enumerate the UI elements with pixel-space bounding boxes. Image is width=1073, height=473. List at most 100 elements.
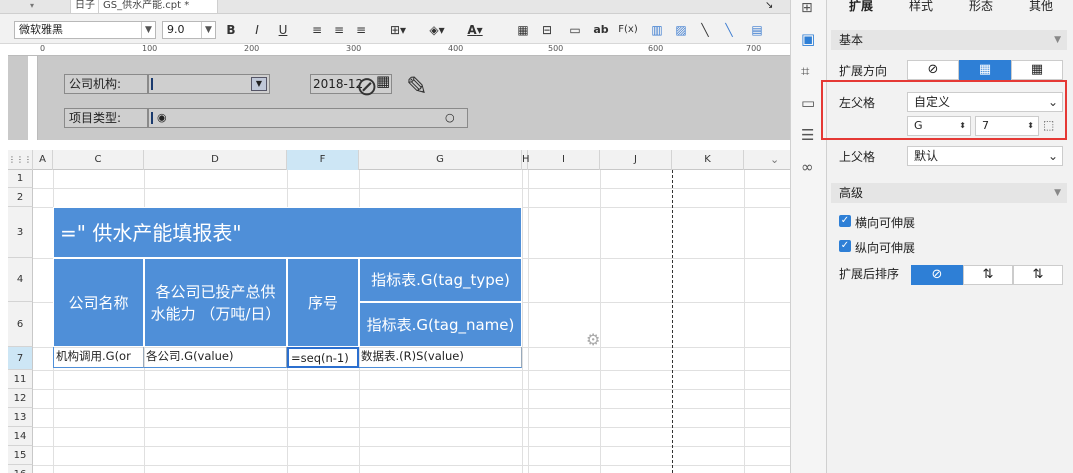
no-sort-option[interactable]: ⊘: [911, 265, 963, 285]
sort-desc-option[interactable]: ⇅: [1013, 265, 1063, 285]
select-all-icon[interactable]: ⋮⋮⋮: [8, 150, 33, 170]
edit-pencil-icon[interactable]: ✎: [406, 72, 428, 102]
chevron-down-icon[interactable]: ⌄: [770, 153, 779, 166]
tab-current-file[interactable]: GS_供水产能.cpt *: [98, 0, 218, 14]
calendar-icon[interactable]: ▦: [376, 72, 390, 90]
link-icon[interactable]: ∞: [801, 158, 814, 176]
grid-line: [33, 389, 790, 390]
align-left-icon[interactable]: ≡: [308, 20, 326, 40]
align-center-icon[interactable]: ≡: [330, 20, 348, 40]
spreadsheet-grid[interactable]: ⋮⋮⋮ A C D F G H I J K ⌄ 1 2 3 4 6 7 11 1…: [8, 150, 790, 473]
radio-icon[interactable]: ◉: [157, 111, 167, 124]
ruler-tick: 700: [746, 44, 762, 53]
pin-icon[interactable]: ↘: [765, 0, 773, 11]
border-icon[interactable]: ⊞▾: [384, 20, 412, 40]
text-color-button[interactable]: A▾: [460, 20, 490, 40]
row-header-14[interactable]: 14: [8, 427, 33, 446]
no-expand-option[interactable]: ⊘: [907, 60, 959, 80]
basic-section-header[interactable]: 基本 ▼: [831, 30, 1067, 50]
row-header-4[interactable]: 4: [8, 258, 33, 302]
font-family-select[interactable]: 微软雅黑 ▼: [14, 21, 156, 39]
col-header-i[interactable]: I: [528, 150, 600, 170]
widget-icon[interactable]: ▭: [801, 94, 815, 112]
font-size-select[interactable]: 9.0 ▼: [162, 21, 216, 39]
radio-icon[interactable]: ○: [445, 111, 455, 124]
chevron-down-icon[interactable]: ▾: [30, 1, 34, 10]
formula-icon[interactable]: F(x): [616, 20, 640, 40]
chart-icon[interactable]: ▥: [648, 20, 666, 40]
row-header-2[interactable]: 2: [8, 188, 33, 207]
left-parent-col-stepper[interactable]: G ⬍: [907, 116, 971, 136]
chevron-down-icon: ⌄: [1047, 149, 1058, 163]
fill-color-icon[interactable]: ◈▾: [422, 20, 452, 40]
advanced-section-header[interactable]: 高级 ▼: [831, 183, 1067, 203]
tab-expand[interactable]: 扩展: [841, 0, 881, 14]
italic-button[interactable]: I: [248, 20, 266, 40]
project-type-radio-group[interactable]: ◉ ○: [148, 108, 468, 128]
chevron-down-icon[interactable]: ▼: [251, 77, 267, 91]
report-icon[interactable]: ▤: [748, 20, 766, 40]
company-label: 公司机构:: [64, 74, 148, 94]
upper-parent-select[interactable]: 默认 ⌄: [907, 146, 1063, 166]
condition-icon[interactable]: ☰: [801, 126, 814, 144]
col-header-a[interactable]: A: [33, 150, 53, 170]
expand-attr-icon[interactable]: ▣: [801, 30, 815, 48]
merge-cells-icon[interactable]: ▦: [514, 20, 532, 40]
line-icon[interactable]: ╲: [720, 20, 738, 40]
row-header-3[interactable]: 3: [8, 207, 33, 258]
tab-form[interactable]: 形态: [961, 0, 1001, 14]
h-expand-checkbox[interactable]: ✓: [839, 215, 851, 227]
bold-button[interactable]: B: [222, 20, 240, 40]
company-select[interactable]: ▼: [148, 74, 270, 94]
col-header-f[interactable]: F: [287, 150, 359, 170]
col-header-j[interactable]: J: [600, 150, 672, 170]
select-cell-icon[interactable]: ⬚: [1043, 118, 1054, 132]
gear-icon[interactable]: ⚙: [586, 330, 600, 349]
cell-c7[interactable]: 机构调用.G(or: [53, 347, 144, 368]
cell-element-icon[interactable]: ▭: [566, 20, 584, 40]
page-break-line: [672, 170, 673, 473]
ruler-tick: 500: [548, 44, 564, 53]
left-parent-row-stepper[interactable]: 7 ⬍: [975, 116, 1039, 136]
crop-icon[interactable]: ⌗: [801, 62, 809, 80]
col-header-d[interactable]: D: [144, 150, 287, 170]
header-company-cell[interactable]: 公司名称: [53, 258, 144, 347]
row-header-7[interactable]: 7: [8, 347, 33, 370]
stepper-arrows-icon[interactable]: ⬍: [1027, 117, 1034, 135]
col-header-c[interactable]: C: [53, 150, 144, 170]
col-header-k[interactable]: K: [672, 150, 744, 170]
horizontal-expand-option[interactable]: ▦: [1011, 60, 1063, 80]
cell-attr-icon[interactable]: ⊞: [801, 0, 813, 16]
row-header-12[interactable]: 12: [8, 389, 33, 408]
hidden-eye-icon[interactable]: ⊘: [356, 74, 378, 100]
tab-other[interactable]: 日子: [70, 0, 100, 14]
report-title-cell[interactable]: =" 供水产能填报表": [53, 207, 522, 258]
tab-style[interactable]: 样式: [901, 0, 941, 14]
row-header-11[interactable]: 11: [8, 370, 33, 389]
col-header-g[interactable]: G: [359, 150, 522, 170]
unmerge-icon[interactable]: ⊟: [538, 20, 556, 40]
align-right-icon[interactable]: ≡: [352, 20, 370, 40]
cell-f7-selected[interactable]: =seq(n-1): [287, 347, 359, 368]
header-tag-type-cell[interactable]: 指标表.G(tag_type): [359, 258, 522, 302]
underline-button[interactable]: U: [274, 20, 292, 40]
row-header-15[interactable]: 15: [8, 446, 33, 465]
image-icon[interactable]: ▨: [672, 20, 690, 40]
cell-d7[interactable]: 各公司.G(value): [144, 347, 287, 368]
header-tag-name-cell[interactable]: 指标表.G(tag_name): [359, 302, 522, 347]
cell-g7[interactable]: 数据表.(R)S(value): [359, 347, 522, 368]
row-header-16[interactable]: 16: [8, 465, 33, 473]
sort-asc-option[interactable]: ⇅: [963, 265, 1013, 285]
row-header-6[interactable]: 6: [8, 302, 33, 347]
header-capacity-cell[interactable]: 各公司已投产总供水能力 （万吨/日）: [144, 258, 287, 347]
v-expand-checkbox[interactable]: ✓: [839, 240, 851, 252]
row-header-13[interactable]: 13: [8, 408, 33, 427]
text-element-icon[interactable]: ab: [592, 20, 610, 40]
row-header-1[interactable]: 1: [8, 170, 33, 188]
header-seq-cell[interactable]: 序号: [287, 258, 359, 347]
slash-icon[interactable]: ╲: [696, 20, 714, 40]
stepper-arrows-icon[interactable]: ⬍: [959, 117, 966, 135]
vertical-expand-option[interactable]: ▦: [959, 60, 1011, 80]
left-parent-select[interactable]: 自定义 ⌄: [907, 92, 1063, 112]
tab-other[interactable]: 其他: [1021, 0, 1061, 14]
